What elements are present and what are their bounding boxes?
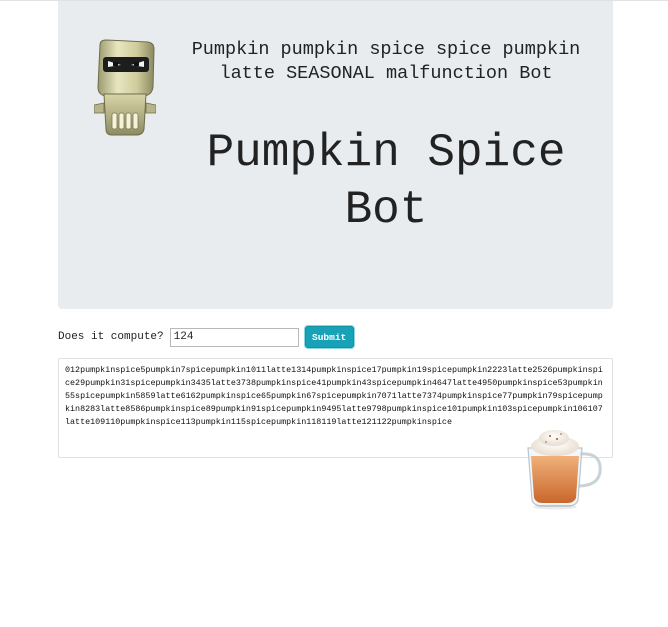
page-title: Pumpkin Spice Bot	[206, 127, 566, 236]
jumbotron-header: Pumpkin pumpkin spice spice pumpkin latt…	[58, 1, 613, 309]
compute-input[interactable]	[169, 327, 299, 347]
robot-icon	[94, 39, 156, 136]
page-subtitle: Pumpkin pumpkin spice spice pumpkin latt…	[191, 39, 581, 84]
submit-button[interactable]: Submit	[304, 326, 354, 348]
compute-label: Does it compute?	[58, 331, 164, 343]
compute-form: Does it compute? Submit	[58, 326, 354, 348]
pumpkin-spice-latte-icon	[527, 430, 602, 510]
